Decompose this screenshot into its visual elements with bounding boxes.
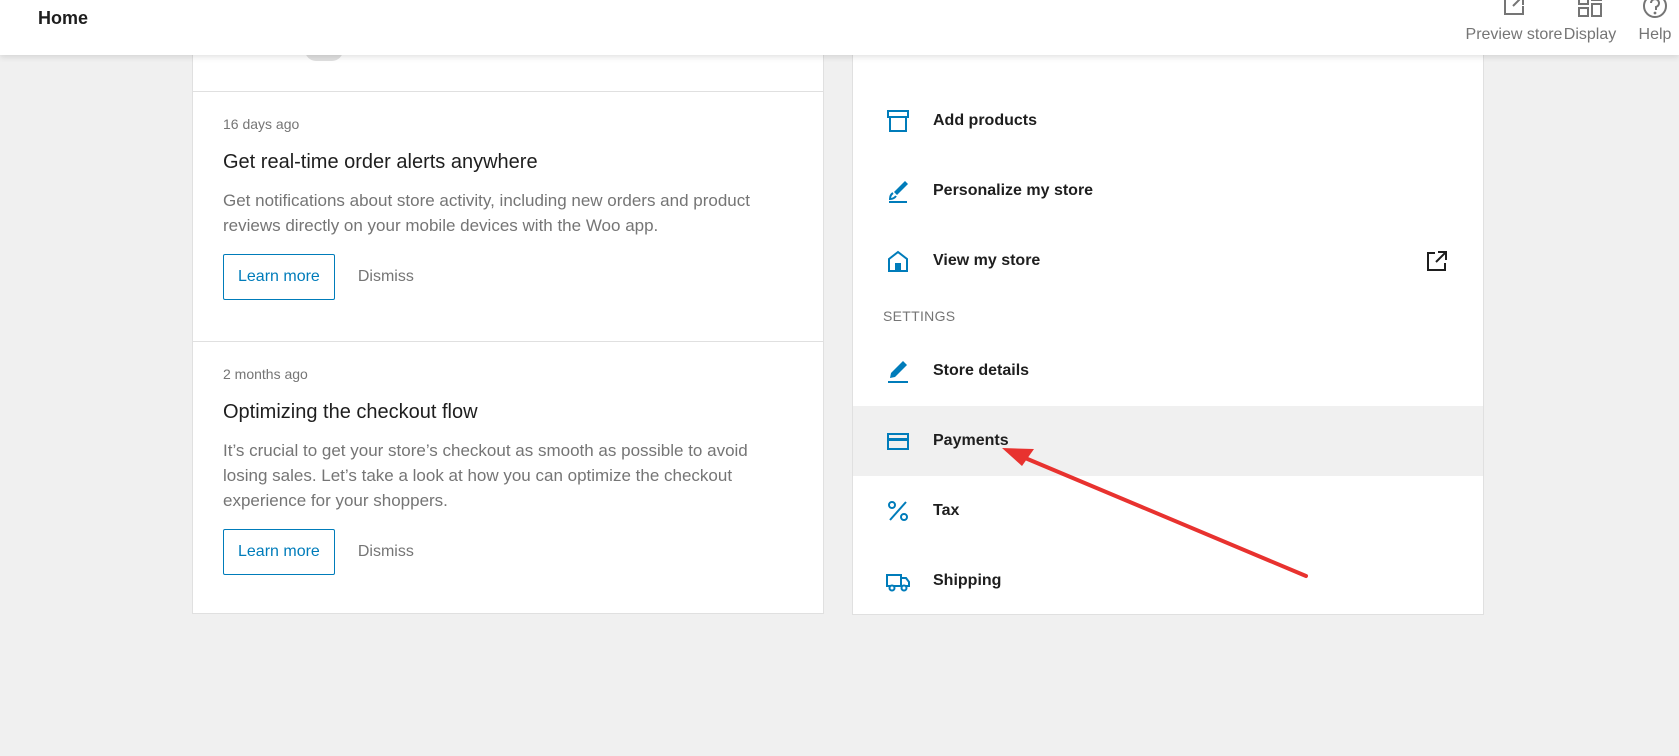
layout-icon bbox=[1577, 0, 1603, 20]
top-header-bar: Home Preview store Display Help bbox=[0, 0, 1679, 55]
inbox-note: 2 months ago Optimizing the checkout flo… bbox=[193, 341, 823, 595]
dismiss-button[interactable]: Dismiss bbox=[358, 268, 414, 286]
note-actions: Learn more Dismiss bbox=[223, 254, 793, 320]
store-item-label: Personalize my store bbox=[933, 182, 1094, 199]
note-body: Get notifications about store activity, … bbox=[223, 191, 750, 235]
truck-icon bbox=[885, 568, 911, 594]
store-item-personalize[interactable]: Personalize my store bbox=[853, 156, 1483, 226]
archive-icon bbox=[885, 108, 911, 134]
inbox-note: 16 days ago Get real-time order alerts a… bbox=[193, 92, 823, 341]
note-date: 2 months ago bbox=[223, 366, 308, 382]
settings-item-tax[interactable]: Tax bbox=[853, 476, 1483, 546]
credit-card-icon bbox=[885, 428, 911, 454]
settings-item-label: Shipping bbox=[933, 572, 1002, 589]
settings-item-label: Tax bbox=[933, 502, 960, 519]
note-title: Get real-time order alerts anywhere bbox=[223, 151, 538, 173]
display-label: Display bbox=[1563, 26, 1617, 43]
page-title: Home bbox=[38, 8, 89, 28]
note-actions: Learn more Dismiss bbox=[223, 529, 793, 595]
settings-item-label: Store details bbox=[933, 362, 1030, 379]
note-title: Optimizing the checkout flow bbox=[223, 401, 478, 423]
pencil-icon bbox=[885, 358, 911, 384]
store-item-label: Add products bbox=[933, 112, 1037, 129]
settings-item-store-details[interactable]: Store details bbox=[853, 336, 1483, 406]
store-management-panel: Add products Personalize my store View m… bbox=[852, 30, 1484, 615]
note-body: It’s crucial to get your store’s checkou… bbox=[223, 441, 748, 510]
help-button[interactable]: Help bbox=[1630, 0, 1679, 55]
settings-item-payments[interactable]: Payments bbox=[853, 406, 1483, 476]
percent-icon bbox=[885, 498, 911, 524]
dismiss-button[interactable]: Dismiss bbox=[358, 543, 414, 561]
learn-more-button[interactable]: Learn more bbox=[223, 254, 335, 300]
note-date: 16 days ago bbox=[223, 116, 300, 132]
inbox-panel: 16 days ago Get real-time order alerts a… bbox=[192, 30, 824, 614]
learn-more-button[interactable]: Learn more bbox=[223, 529, 335, 575]
store-item-label: View my store bbox=[933, 252, 1041, 269]
store-item-add-products[interactable]: Add products bbox=[853, 86, 1483, 156]
settings-heading: SETTINGS bbox=[883, 308, 956, 324]
external-link-icon bbox=[1425, 249, 1449, 273]
brush-icon bbox=[885, 178, 911, 204]
help-label: Help bbox=[1638, 26, 1672, 43]
help-icon bbox=[1642, 0, 1668, 20]
preview-store-label: Preview store bbox=[1465, 26, 1563, 43]
settings-item-shipping[interactable]: Shipping bbox=[853, 546, 1483, 616]
external-link-icon bbox=[1502, 0, 1526, 18]
settings-item-label: Payments bbox=[933, 432, 1009, 449]
display-button[interactable]: Display bbox=[1556, 0, 1624, 55]
home-icon bbox=[885, 248, 911, 274]
store-item-view-store[interactable]: View my store bbox=[853, 226, 1483, 296]
